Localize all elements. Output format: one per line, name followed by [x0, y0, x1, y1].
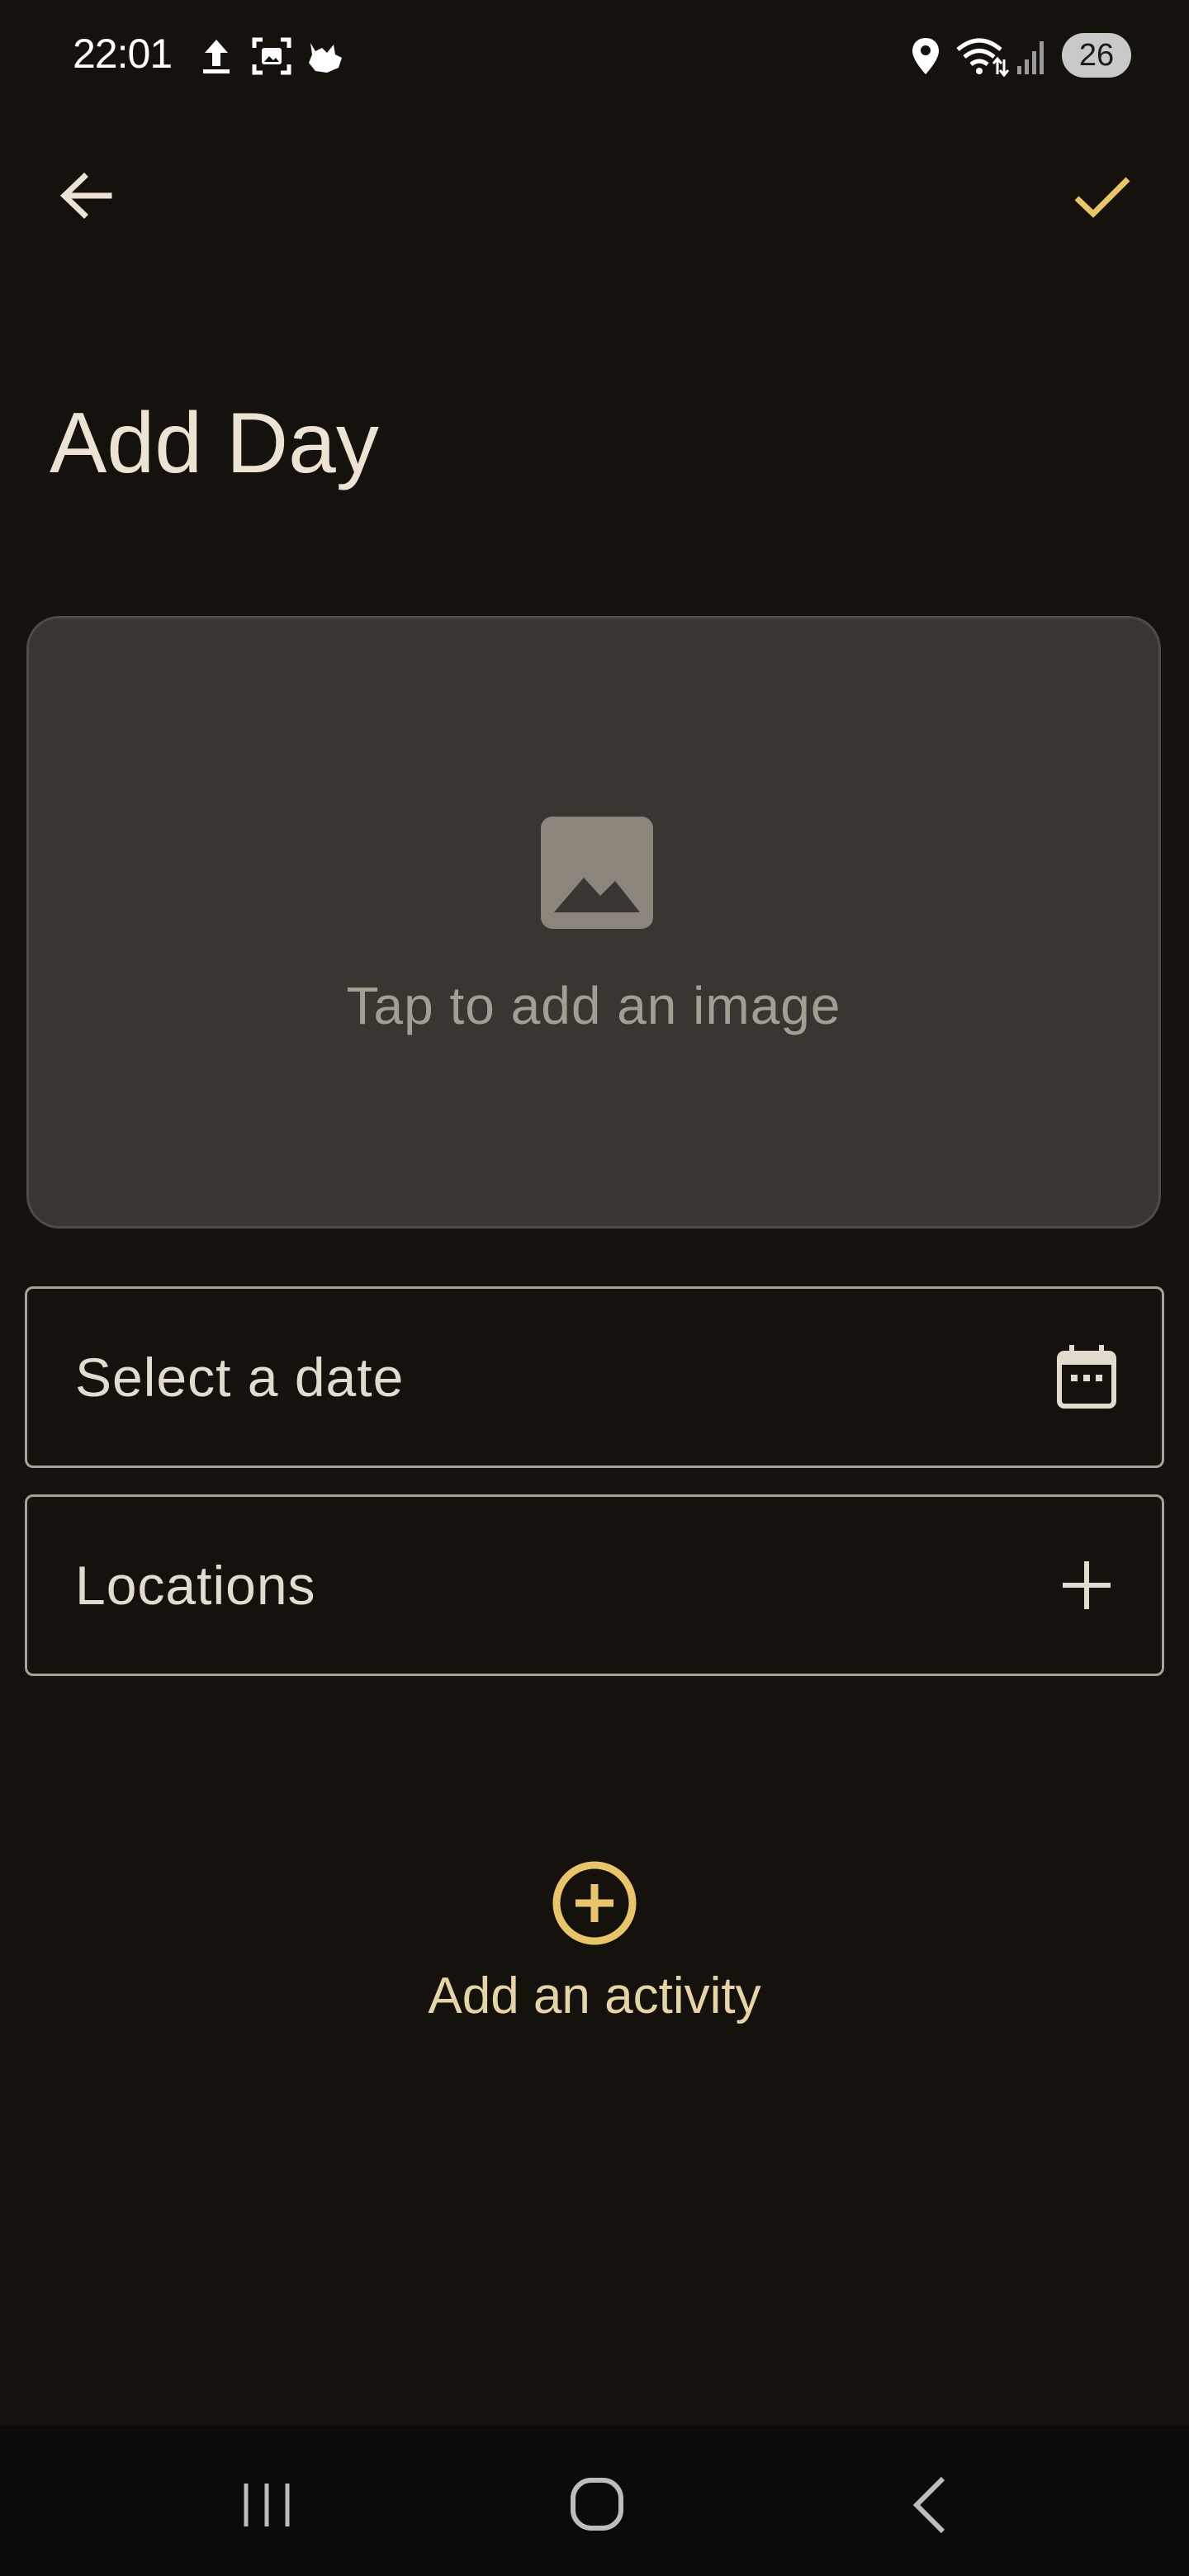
wifi-icon — [956, 38, 1009, 78]
status-time: 22:01 — [73, 31, 173, 77]
date-field[interactable]: Select a date — [25, 1286, 1164, 1468]
location-icon — [912, 38, 939, 74]
add-activity-label: Add an activity — [428, 1968, 761, 2024]
back-button[interactable] — [50, 159, 124, 233]
status-bar: 22:01 26 — [0, 0, 1189, 112]
cat-icon — [309, 43, 342, 73]
home-icon[interactable] — [552, 2459, 642, 2550]
screenshot-icon — [252, 37, 291, 75]
image-icon — [541, 817, 653, 929]
locations-field-label: Locations — [75, 1555, 316, 1616]
system-nav-bar — [0, 2426, 1189, 2576]
locations-field[interactable]: Locations — [25, 1494, 1164, 1676]
image-picker[interactable]: Tap to add an image — [26, 616, 1161, 1229]
signal-icon — [1017, 41, 1044, 74]
battery-indicator: 26 — [1062, 33, 1131, 78]
recents-icon[interactable] — [221, 2459, 312, 2550]
upload-icon — [203, 40, 230, 73]
plus-icon[interactable] — [1053, 1551, 1120, 1619]
confirm-button[interactable] — [1065, 159, 1139, 233]
page-title: Add Day — [50, 395, 379, 491]
calendar-icon[interactable] — [1053, 1343, 1120, 1411]
date-field-label: Select a date — [75, 1347, 405, 1408]
add-activity-button[interactable]: Add an activity — [380, 1849, 809, 2039]
image-picker-label: Tap to add an image — [346, 976, 841, 1035]
add-circle-icon — [552, 1861, 637, 1945]
back-nav-icon[interactable] — [885, 2459, 976, 2550]
